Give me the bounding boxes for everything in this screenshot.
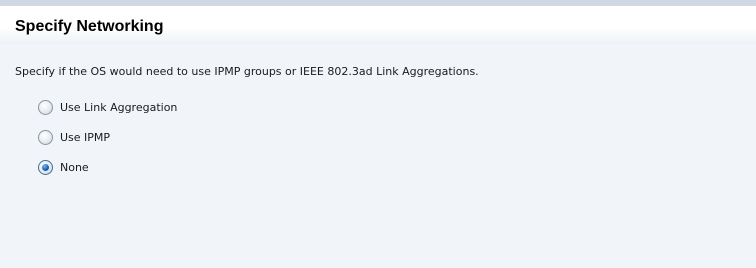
page-title: Specify Networking	[15, 18, 164, 35]
option-label: Use IPMP	[60, 130, 111, 144]
page-header: Specify Networking	[0, 0, 756, 44]
radio-button-link-aggregation[interactable]	[38, 99, 53, 115]
option-label: None	[60, 160, 89, 174]
option-label: Use Link Aggregation	[60, 100, 178, 114]
page-description: Specify if the OS would need to use IPMP…	[15, 65, 479, 78]
option-none[interactable]: None	[38, 158, 177, 176]
option-use-ipmp[interactable]: Use IPMP	[38, 128, 177, 146]
radio-button-ipmp[interactable]	[38, 129, 53, 145]
networking-options-group: Use Link Aggregation Use IPMP None	[38, 98, 177, 188]
radio-button-none[interactable]	[38, 159, 53, 175]
option-use-link-aggregation[interactable]: Use Link Aggregation	[38, 98, 177, 116]
